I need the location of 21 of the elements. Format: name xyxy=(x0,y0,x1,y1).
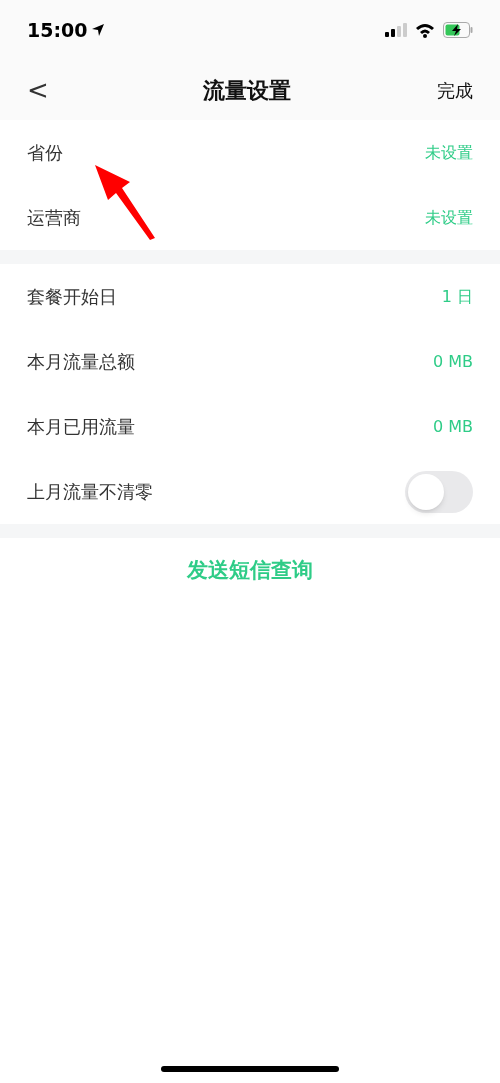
row-label: 套餐开始日 xyxy=(27,285,117,309)
status-time: 15:00 xyxy=(27,17,88,43)
page-title: 流量设置 xyxy=(203,76,291,105)
battery-icon xyxy=(443,22,473,38)
signal-icon xyxy=(385,23,407,37)
row-value[interactable]: 1 日 xyxy=(441,284,473,309)
row-value[interactable]: 未设置 xyxy=(425,205,473,230)
back-button[interactable]: < xyxy=(27,70,57,110)
wifi-icon xyxy=(415,22,435,38)
row-label: 运营商 xyxy=(27,206,81,230)
row-label: 上月流量不清零 xyxy=(27,480,153,504)
done-button[interactable]: 完成 xyxy=(437,76,473,104)
row-label: 本月已用流量 xyxy=(27,415,135,439)
row-label: 本月流量总额 xyxy=(27,350,135,374)
row-value[interactable]: 未设置 xyxy=(425,140,473,165)
row-label: 省份 xyxy=(27,141,63,165)
row-value[interactable]: 0 MB xyxy=(432,414,473,439)
toggle-switch[interactable] xyxy=(405,470,473,513)
row-value[interactable]: 0 MB xyxy=(432,349,473,374)
send-sms-query-button[interactable]: 发送短信查询 xyxy=(187,555,313,587)
location-arrow-icon xyxy=(91,23,106,37)
